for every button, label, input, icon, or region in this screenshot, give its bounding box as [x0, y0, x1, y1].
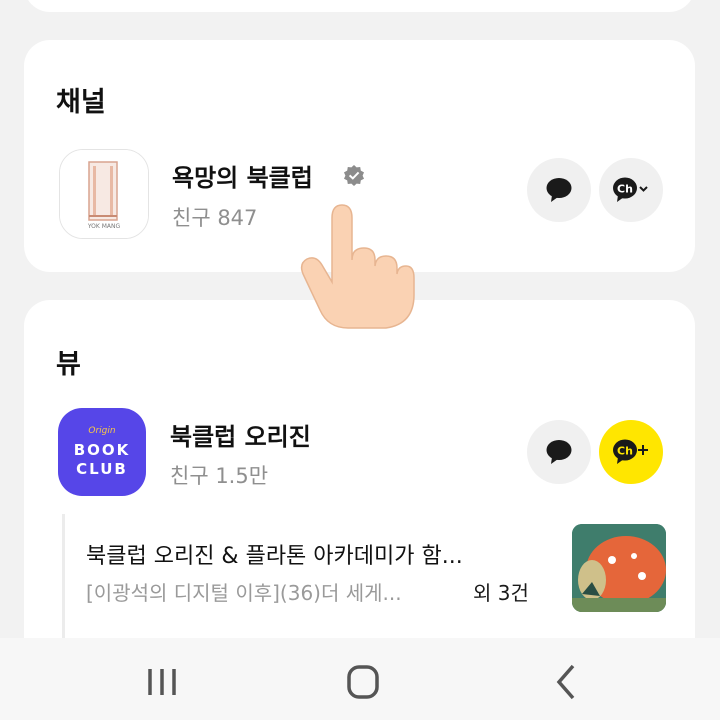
section-title-view: 뷰: [56, 349, 81, 380]
view-name[interactable]: 북클럽 오리진: [170, 417, 311, 452]
system-nav-bar: [0, 638, 720, 720]
logo-line2: BOOK: [73, 441, 131, 459]
logo-caption: YOK MANG: [87, 223, 121, 230]
home-button[interactable]: [339, 662, 387, 702]
channel-add-icon: Ch: [613, 439, 648, 464]
channel-friend-count: 친구 847: [172, 206, 258, 230]
post-subtitle[interactable]: [이광석의 디지털 이후](36)더 세게...: [86, 577, 402, 606]
channel-logo[interactable]: YOK MANG: [59, 149, 149, 239]
recent-apps-icon: [148, 669, 176, 695]
post-title[interactable]: 북클럽 오리진 & 플라톤 아카데미가 함...: [86, 538, 463, 570]
svg-text:Ch: Ch: [617, 445, 633, 458]
back-icon: [556, 664, 575, 700]
section-title-channel: 채널: [56, 87, 106, 118]
chat-button[interactable]: [527, 420, 591, 484]
previous-card: [24, 0, 695, 12]
post-count: 외 3건: [473, 581, 529, 605]
verified-check-icon: [343, 164, 365, 190]
post-image-icon: [572, 524, 666, 612]
touch-hand-icon: [290, 200, 420, 330]
channel-menu-button[interactable]: Ch: [599, 158, 663, 222]
svg-text:Ch: Ch: [617, 183, 633, 196]
channel-name[interactable]: 욕망의 북클럽: [172, 158, 313, 193]
recent-apps-button[interactable]: [138, 662, 186, 702]
channel-dropdown-icon: Ch: [613, 177, 648, 202]
view-section-card: 뷰 Origin BOOK CLUB 북클럽 오리진 친구 1.5만 Ch 북클…: [24, 300, 695, 680]
logo-line1: Origin: [88, 426, 116, 436]
chat-bubble-icon: [546, 178, 572, 202]
home-icon: [347, 665, 379, 699]
view-logo[interactable]: Origin BOOK CLUB: [58, 408, 146, 496]
post-thumbnail[interactable]: [572, 524, 666, 612]
chat-bubble-icon: [546, 440, 572, 464]
add-channel-button[interactable]: Ch: [599, 420, 663, 484]
view-friend-count: 친구 1.5만: [170, 464, 269, 488]
chat-button[interactable]: [527, 158, 591, 222]
logo-line3: CLUB: [76, 460, 128, 478]
back-button[interactable]: [541, 662, 589, 702]
